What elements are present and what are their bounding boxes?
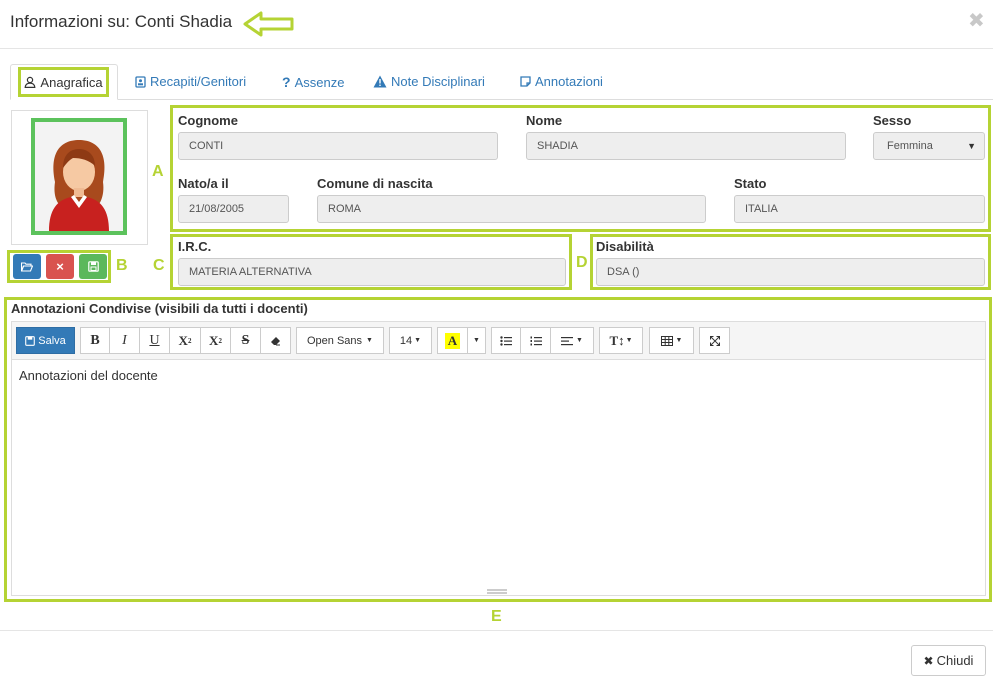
tab-label: Assenze	[294, 74, 345, 90]
close-icon: ✖	[923, 653, 934, 668]
comune-field[interactable]: ROMA	[317, 195, 706, 223]
ordered-list-button[interactable]	[520, 327, 551, 354]
eraser-icon	[271, 336, 280, 345]
nome-field[interactable]: SHADIA	[526, 132, 846, 160]
save-photo-button[interactable]	[79, 254, 107, 279]
font-family-value: Open Sans	[307, 334, 363, 347]
tab-annotazioni[interactable]: Annotazioni	[520, 74, 603, 89]
caret-down-icon: ▼	[473, 337, 480, 344]
open-photo-button[interactable]	[13, 254, 41, 279]
table-icon	[660, 335, 673, 346]
superscript-button[interactable]: X2	[169, 327, 201, 354]
tab-anagrafica[interactable]: Anagrafica	[18, 67, 109, 97]
tab-assenze[interactable]: ? Assenze	[282, 74, 344, 90]
caret-down-icon: ▼	[625, 337, 633, 344]
delete-photo-button[interactable]: ×	[46, 254, 74, 279]
tab-label: Anagrafica	[40, 74, 103, 90]
highlight-arrow-icon	[243, 11, 294, 37]
align-left-icon	[561, 336, 574, 345]
color-dropdown-button[interactable]: ▼	[467, 327, 486, 354]
editor-save-button[interactable]: Salva	[16, 327, 75, 354]
caret-down-icon: ▼	[675, 337, 683, 344]
nome-label: Nome	[526, 113, 563, 128]
italic-button[interactable]: I	[109, 327, 140, 354]
cognome-field[interactable]: CONTI	[178, 132, 498, 160]
folder-open-icon	[21, 261, 33, 272]
eraser-button[interactable]	[260, 327, 291, 354]
text-color-button[interactable]: A	[437, 327, 468, 354]
irc-label: I.R.C.	[178, 239, 212, 254]
header-divider	[0, 48, 993, 49]
chevron-down-icon: ▼	[967, 141, 976, 151]
marker-b: B	[116, 257, 128, 274]
avatar-female-icon	[35, 122, 123, 231]
disabilita-label: Disabilità	[596, 239, 654, 254]
marker-a: A	[152, 163, 164, 180]
underline-button[interactable]: U	[139, 327, 170, 354]
save-icon	[25, 335, 36, 346]
tab-note-disciplinari[interactable]: Note Disciplinari	[373, 74, 485, 89]
editor-content[interactable]: Annotazioni del docente	[19, 368, 158, 383]
line-height-dropdown[interactable]: T↕ ▼	[599, 327, 643, 354]
font-family-dropdown[interactable]: Open Sans ▼	[296, 327, 384, 354]
address-card-icon	[135, 75, 146, 88]
sesso-select[interactable]: Femmina ▼	[873, 132, 985, 160]
marker-d: D	[576, 254, 588, 271]
save-icon	[87, 261, 99, 272]
comune-label: Comune di nascita	[317, 176, 433, 191]
stato-field[interactable]: ITALIA	[734, 195, 985, 223]
chiudi-button[interactable]: ✖ Chiudi	[911, 645, 986, 676]
sesso-label: Sesso	[873, 113, 912, 128]
irc-field[interactable]: MATERIA ALTERNATIVA	[178, 258, 566, 286]
caret-down-icon: ▼	[366, 337, 373, 344]
marker-e: E	[491, 608, 502, 625]
chiudi-label: Chiudi	[936, 653, 974, 668]
cognome-label: Cognome	[178, 113, 238, 128]
disabilita-field[interactable]: DSA ()	[596, 258, 985, 286]
line-height-icon: T↕	[609, 332, 625, 348]
text-color-icon: A	[444, 332, 461, 349]
modal-title: Informazioni su: Conti Shadia	[10, 12, 233, 31]
sesso-value: Femmina	[887, 140, 933, 152]
tab-label: Note Disciplinari	[391, 74, 485, 89]
warning-icon	[373, 75, 387, 88]
marker-c: C	[153, 257, 165, 274]
subscript-button[interactable]: X2	[200, 327, 231, 354]
student-photo[interactable]	[31, 118, 127, 235]
bold-button[interactable]: B	[80, 327, 110, 354]
editor-save-label: Salva	[38, 334, 66, 347]
nato-field[interactable]: 21/08/2005	[178, 195, 289, 223]
strikethrough-button[interactable]: S	[230, 327, 261, 354]
annotazioni-label: Annotazioni Condivise (visibili da tutti…	[11, 301, 308, 316]
footer-divider	[0, 630, 993, 631]
align-dropdown[interactable]: ▼	[550, 327, 594, 354]
caret-down-icon: ▼	[414, 337, 422, 344]
unordered-list-button[interactable]	[491, 327, 521, 354]
note-icon	[520, 76, 531, 87]
font-size-value: 14	[399, 334, 413, 347]
unordered-list-icon	[500, 335, 512, 346]
table-dropdown[interactable]: ▼	[649, 327, 694, 354]
expand-icon	[709, 335, 720, 346]
tabs-divider	[10, 99, 993, 100]
tab-label: Annotazioni	[535, 74, 603, 89]
question-icon: ?	[282, 74, 291, 90]
fullscreen-button[interactable]	[699, 327, 730, 354]
user-icon	[24, 76, 36, 88]
nato-label: Nato/a il	[178, 176, 229, 191]
stato-label: Stato	[734, 176, 767, 191]
tab-recapiti[interactable]: Recapiti/Genitori	[135, 74, 246, 89]
font-size-dropdown[interactable]: 14 ▼	[389, 327, 432, 354]
ordered-list-icon	[530, 336, 542, 345]
tab-label: Recapiti/Genitori	[150, 74, 247, 89]
close-icon[interactable]: ✖	[968, 8, 985, 33]
rich-text-editor	[11, 321, 986, 596]
caret-down-icon: ▼	[576, 337, 583, 344]
editor-resize-handle[interactable]	[487, 589, 507, 594]
